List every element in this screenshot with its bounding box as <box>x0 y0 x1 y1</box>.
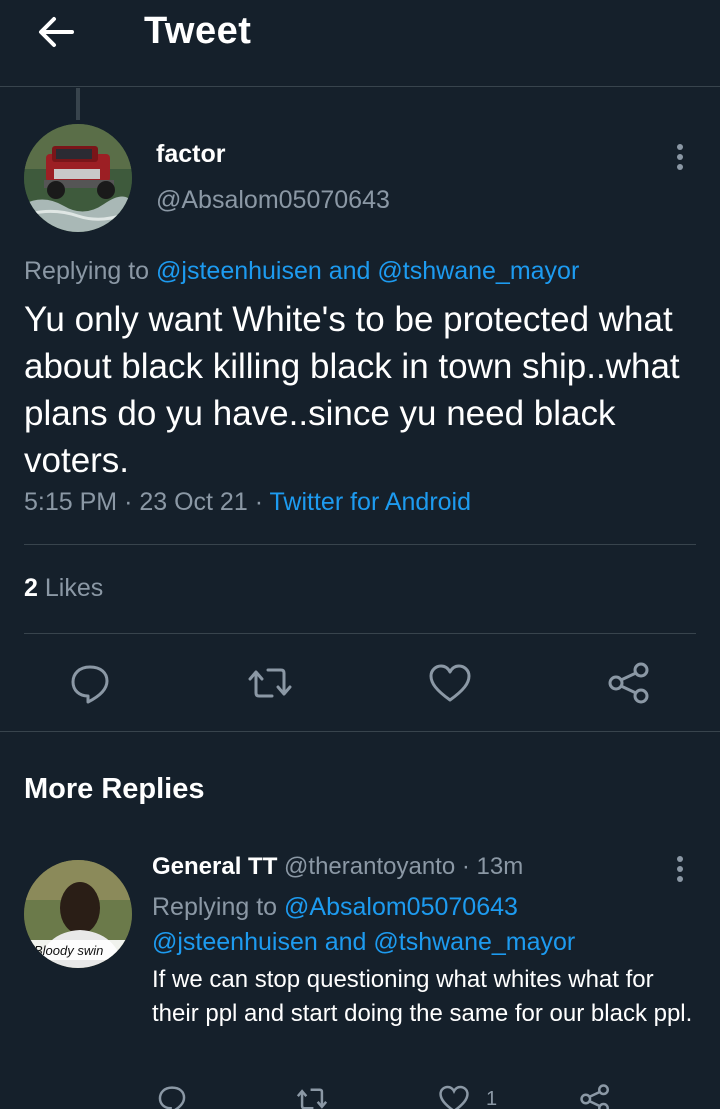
replying-and: and <box>328 257 371 285</box>
tweet-date: 23 Oct 21 <box>139 488 248 516</box>
thread-connector <box>76 88 80 120</box>
likes-label: Likes <box>44 574 104 602</box>
more-icon <box>677 856 683 862</box>
reply-age: 13m <box>476 853 524 880</box>
reply-like-button[interactable] <box>437 1082 471 1109</box>
top-bar: Tweet <box>0 0 720 87</box>
likes-summary[interactable]: 2 Likes <box>24 574 103 603</box>
reply-button[interactable] <box>66 659 114 707</box>
retweet-icon <box>296 1088 328 1109</box>
replying-label: Replying to <box>24 257 150 285</box>
reply-replying-to: Replying to @Absalom05070643 @jsteenhuis… <box>152 890 672 960</box>
section-divider <box>0 731 720 732</box>
share-button[interactable] <box>605 659 653 707</box>
reply-reply-button[interactable] <box>155 1082 189 1109</box>
more-replies-heading: More Replies <box>24 773 205 805</box>
reply-share-button[interactable] <box>578 1082 612 1109</box>
mention-jsteenhuisen[interactable]: @jsteenhuisen <box>156 257 322 285</box>
reply-icon <box>71 665 109 704</box>
divider <box>24 633 696 634</box>
reply-replying-label: Replying to <box>152 893 278 921</box>
more-options-button[interactable] <box>665 140 695 174</box>
reply-icon <box>158 1086 186 1109</box>
reply-more-options-button[interactable] <box>665 852 695 886</box>
replying-to: Replying to @jsteenhuisen and @tshwane_m… <box>24 257 579 286</box>
mention-absalom[interactable]: @Absalom05070643 <box>284 893 518 921</box>
back-arrow-icon <box>39 17 74 47</box>
reply-header: General TT @therantoyanto · 13m <box>152 853 524 880</box>
reply-avatar-image: Bloody swin <box>24 860 132 968</box>
back-button[interactable] <box>34 12 78 52</box>
avatar-caption: Bloody swin <box>34 943 103 958</box>
tweet-meta: 5:15 PM · 23 Oct 21 · Twitter for Androi… <box>24 488 472 516</box>
reply-like-count: 1 <box>486 1088 498 1109</box>
retweet-icon <box>248 668 292 698</box>
page-title: Tweet <box>144 10 252 52</box>
reply-handle[interactable]: @therantoyanto <box>284 853 455 880</box>
like-icon <box>429 664 471 702</box>
avatar-image <box>24 124 132 232</box>
avatar[interactable] <box>24 124 132 232</box>
reply-display-name[interactable]: General TT <box>152 853 277 880</box>
reply-text: If we can stop questioning what whites w… <box>152 966 693 1027</box>
like-icon <box>439 1085 469 1109</box>
reply-replying-and: and <box>324 928 367 956</box>
share-icon <box>608 662 649 704</box>
mention-tshwane-mayor[interactable]: @tshwane_mayor <box>377 257 579 285</box>
share-icon <box>580 1084 609 1109</box>
retweet-button[interactable] <box>246 659 294 707</box>
tweet-source[interactable]: Twitter for Android <box>270 488 471 516</box>
mention-tshwane-mayor[interactable]: @tshwane_mayor <box>373 928 575 956</box>
reply-retweet-button[interactable] <box>295 1082 329 1109</box>
like-button[interactable] <box>426 659 474 707</box>
mention-jsteenhuisen[interactable]: @jsteenhuisen <box>152 928 318 956</box>
likes-count: 2 <box>24 574 38 602</box>
divider <box>24 544 696 545</box>
handle[interactable]: @Absalom05070643 <box>156 186 390 215</box>
display-name[interactable]: factor <box>156 140 225 169</box>
tweet-time: 5:15 PM <box>24 488 118 516</box>
reply-avatar[interactable]: Bloody swin <box>24 860 132 968</box>
more-icon <box>677 144 683 150</box>
tweet-text: Yu only want White's to be protected wha… <box>24 300 680 480</box>
